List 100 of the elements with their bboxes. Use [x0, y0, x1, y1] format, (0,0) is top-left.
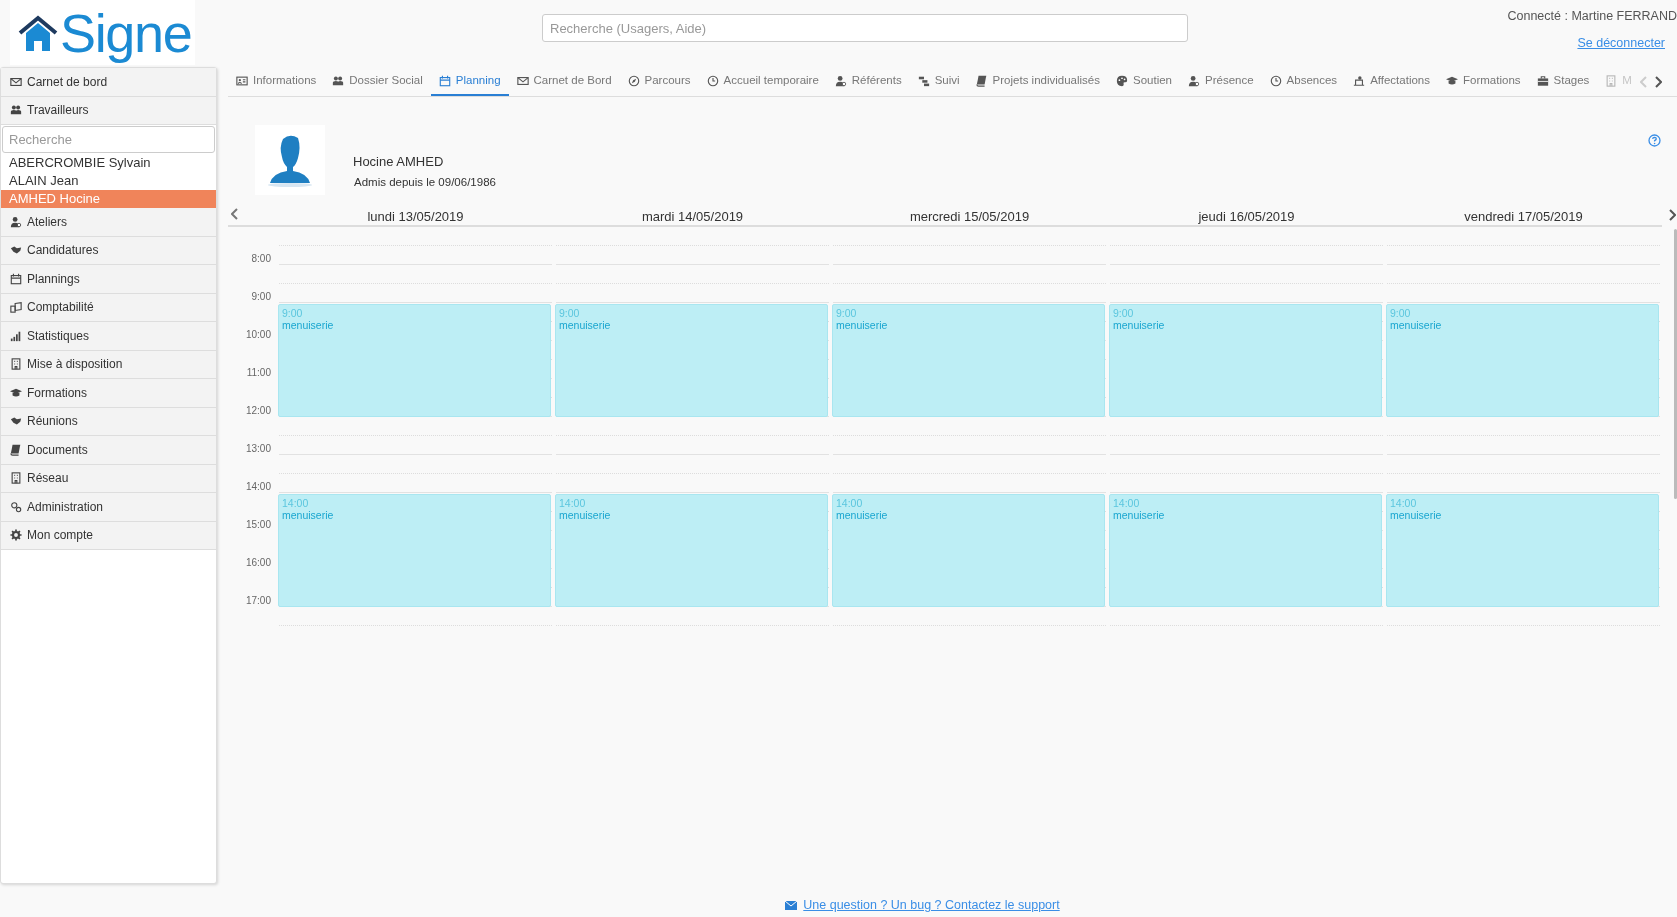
event-time: 9:00: [559, 307, 581, 319]
tab[interactable]: Planning: [430, 67, 509, 96]
admission-date: Admis depuis le 09/06/1986: [354, 174, 496, 190]
user-icon: [10, 215, 22, 228]
sidebar-item[interactable]: Formations: [1, 379, 216, 408]
users-icon: [10, 104, 22, 117]
logout-link[interactable]: Se déconnecter: [1577, 33, 1665, 53]
calendar-event[interactable]: 9:00 menuiserie: [832, 304, 1105, 417]
sidebar-item[interactable]: Carnet de bord: [1, 68, 216, 97]
person-item[interactable]: ALAIN Jean: [1, 172, 216, 190]
sidebar-item[interactable]: Mon compte: [1, 521, 216, 550]
tab[interactable]: Parcours: [619, 67, 699, 96]
help-icon[interactable]: [1648, 134, 1661, 147]
time-label: 13:00: [245, 442, 271, 456]
sidebar-item[interactable]: Travailleurs: [1, 96, 216, 125]
calendar-event[interactable]: 14:00 menuiserie: [278, 494, 551, 607]
logo[interactable]: Signe: [10, 0, 195, 65]
sidebar-item[interactable]: Administration: [1, 493, 216, 522]
search-field[interactable]: Recherche: [2, 126, 215, 153]
search-field[interactable]: Recherche (Usagers, Aide): [542, 14, 1188, 42]
tab[interactable]: Projets individualisés: [967, 67, 1108, 96]
sidebar-item[interactable]: Réseau: [1, 464, 216, 493]
scrollbar[interactable]: [1674, 229, 1677, 499]
building-icon: [10, 472, 22, 485]
palette-icon: [1116, 74, 1128, 87]
person-name: Hocine AMHED: [353, 153, 445, 171]
event-time: 14:00: [1390, 497, 1418, 509]
time-label: 10:00: [245, 328, 271, 342]
event-time: 14:00: [282, 497, 310, 509]
tab[interactable]: Suivi: [909, 67, 968, 96]
event-title: menuiserie: [282, 509, 335, 521]
day-header: jeudi 16/05/2019: [1197, 208, 1296, 226]
graduation-cap-icon: [10, 386, 22, 399]
event-title: menuiserie: [282, 319, 335, 331]
event-time: 9:00: [836, 307, 858, 319]
event-time: 14:00: [1113, 497, 1141, 509]
chevron-left-icon[interactable]: [231, 208, 239, 220]
sidebar-item[interactable]: Statistiques: [1, 322, 216, 351]
chevron-right-icon[interactable]: [1668, 209, 1676, 221]
time-label: 8:00: [251, 252, 271, 266]
sidebar-item[interactable]: Comptabilité: [1, 293, 216, 322]
time-label: 16:00: [245, 556, 271, 570]
day-header: mardi 14/05/2019: [640, 208, 745, 226]
event-title: menuiserie: [1113, 509, 1166, 521]
person-item[interactable]: AMHED Hocine: [1, 190, 216, 208]
event-time: 9:00: [282, 307, 304, 319]
user-label: Connecté : Martine FERRAND: [1507, 8, 1677, 25]
day-header: mercredi 15/05/2019: [908, 208, 1031, 226]
briefcase-icon: [1536, 74, 1549, 87]
day-header: lundi 13/05/2019: [366, 208, 465, 226]
calendar-event[interactable]: 14:00 menuiserie: [1109, 494, 1382, 607]
tab[interactable]: Dossier Social: [324, 67, 431, 96]
event-title: menuiserie: [1390, 509, 1443, 521]
building-icon: [10, 358, 22, 371]
time-label: 12:00: [245, 404, 271, 418]
tab[interactable]: Carnet de Bord: [508, 67, 620, 96]
sidebar-item[interactable]: Plannings: [1, 265, 216, 294]
sidebar-item[interactable]: Mise à disposition: [1, 350, 216, 379]
calendar-event[interactable]: 9:00 menuiserie: [555, 304, 828, 417]
tab[interactable]: Affectations: [1345, 67, 1438, 96]
bar-chart-icon: [10, 329, 22, 342]
time-label: 11:00: [246, 366, 271, 380]
clock-icon: [1269, 74, 1282, 87]
calendar-event[interactable]: 14:00 menuiserie: [1386, 494, 1659, 607]
users-icon: [332, 74, 345, 87]
tab[interactable]: Absences: [1261, 67, 1346, 96]
calendar-event[interactable]: 14:00 menuiserie: [555, 494, 828, 607]
book-icon: [975, 74, 988, 87]
tab[interactable]: Soutien: [1108, 67, 1180, 96]
calendar-event[interactable]: 9:00 menuiserie: [1386, 304, 1659, 417]
event-time: 9:00: [1113, 307, 1135, 319]
chevron-right-icon[interactable]: [1654, 75, 1662, 88]
sidebar-item[interactable]: Candidatures: [1, 236, 216, 265]
id-card-icon: [236, 74, 248, 87]
sidebar-item[interactable]: Documents: [1, 436, 216, 465]
support-link[interactable]: Une question ? Un bug ? Contactez le support: [803, 896, 1060, 915]
person-item[interactable]: ABERCROMBIE Sylvain: [1, 154, 216, 172]
tab[interactable]: Référents: [826, 67, 910, 96]
time-label: 9:00: [251, 290, 271, 304]
settings-icon: [10, 529, 22, 542]
calendar-icon: [438, 74, 451, 87]
tab[interactable]: Informations: [228, 67, 325, 96]
tab[interactable]: Formations: [1438, 67, 1529, 96]
calendar-event[interactable]: 14:00 menuiserie: [832, 494, 1105, 607]
day-header: vendredi 17/05/2019: [1463, 208, 1584, 226]
hierarchy-icon: [917, 74, 930, 87]
tab[interactable]: Accueil temporaire: [698, 67, 827, 96]
tab[interactable]: Stages: [1528, 67, 1598, 96]
sidebar-item[interactable]: Réunions: [1, 407, 216, 436]
calendar-event[interactable]: 9:00 menuiserie: [278, 304, 551, 417]
envelope-icon: [10, 75, 22, 88]
calendar-event[interactable]: 9:00 menuiserie: [1109, 304, 1382, 417]
event-time: 14:00: [836, 497, 864, 509]
envelope-icon: [785, 901, 798, 911]
event-title: menuiserie: [559, 319, 612, 331]
avatar: [255, 125, 325, 195]
sidebar-item[interactable]: Ateliers: [1, 208, 216, 237]
graduation-cap-icon: [1446, 74, 1458, 87]
compass-icon: [627, 74, 640, 87]
tab[interactable]: Présence: [1180, 67, 1262, 96]
